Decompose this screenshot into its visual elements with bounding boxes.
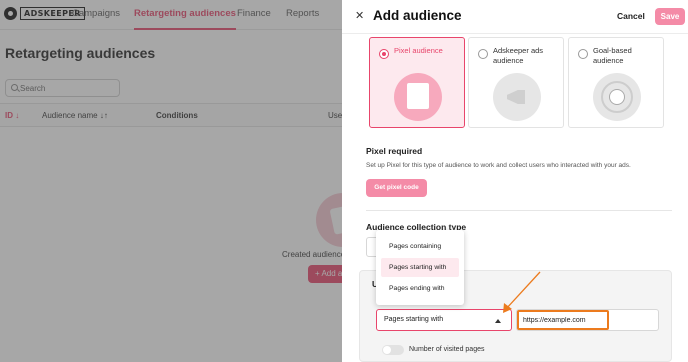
radio-ads-audience[interactable] bbox=[478, 49, 488, 59]
pixel-required-title: Pixel required bbox=[366, 146, 423, 156]
drawer-header: ✕ Add audience Cancel Save bbox=[342, 0, 688, 34]
option-pages-ending-with[interactable]: Pages ending with bbox=[381, 279, 459, 298]
target-icon bbox=[593, 73, 641, 121]
option-pages-containing[interactable]: Pages containing bbox=[381, 237, 459, 256]
radio-goal-audience[interactable] bbox=[578, 49, 588, 59]
caret-up-icon bbox=[495, 319, 501, 323]
megaphone-icon bbox=[493, 73, 541, 121]
save-button[interactable]: Save bbox=[655, 8, 685, 25]
pixel-required-description: Set up Pixel for this type of audience t… bbox=[366, 162, 631, 169]
add-audience-drawer: ✕ Add audience Cancel Save Pixel audienc… bbox=[342, 0, 688, 362]
audience-type-ads[interactable]: Adskeeper ads audience bbox=[468, 37, 564, 128]
url-field[interactable] bbox=[516, 309, 659, 331]
toggle-label: Number of visited pages bbox=[409, 346, 485, 353]
close-icon[interactable]: ✕ bbox=[355, 10, 364, 22]
select-value: Pages starting with bbox=[384, 316, 444, 323]
divider bbox=[366, 210, 672, 211]
card-label: Adskeeper ads audience bbox=[493, 46, 544, 65]
audience-type-pixel[interactable]: Pixel audience bbox=[369, 37, 465, 128]
visited-pages-toggle[interactable] bbox=[382, 345, 404, 355]
radio-pixel-audience[interactable] bbox=[379, 49, 389, 59]
card-label: Goal-based audience bbox=[593, 46, 632, 65]
url-match-dropdown: Pages containing Pages starting with Pag… bbox=[376, 230, 464, 305]
pixel-user-icon bbox=[394, 73, 442, 121]
cancel-button[interactable]: Cancel bbox=[617, 11, 645, 21]
option-pages-starting-with[interactable]: Pages starting with bbox=[381, 258, 459, 277]
get-pixel-code-button[interactable]: Get pixel code bbox=[366, 179, 427, 197]
url-input[interactable] bbox=[517, 310, 609, 330]
audience-type-goal[interactable]: Goal-based audience bbox=[568, 37, 664, 128]
modal-overlay[interactable] bbox=[0, 0, 342, 362]
url-match-select[interactable]: Pages starting with bbox=[376, 309, 512, 331]
drawer-title: Add audience bbox=[373, 8, 462, 23]
card-label: Pixel audience bbox=[394, 46, 443, 55]
